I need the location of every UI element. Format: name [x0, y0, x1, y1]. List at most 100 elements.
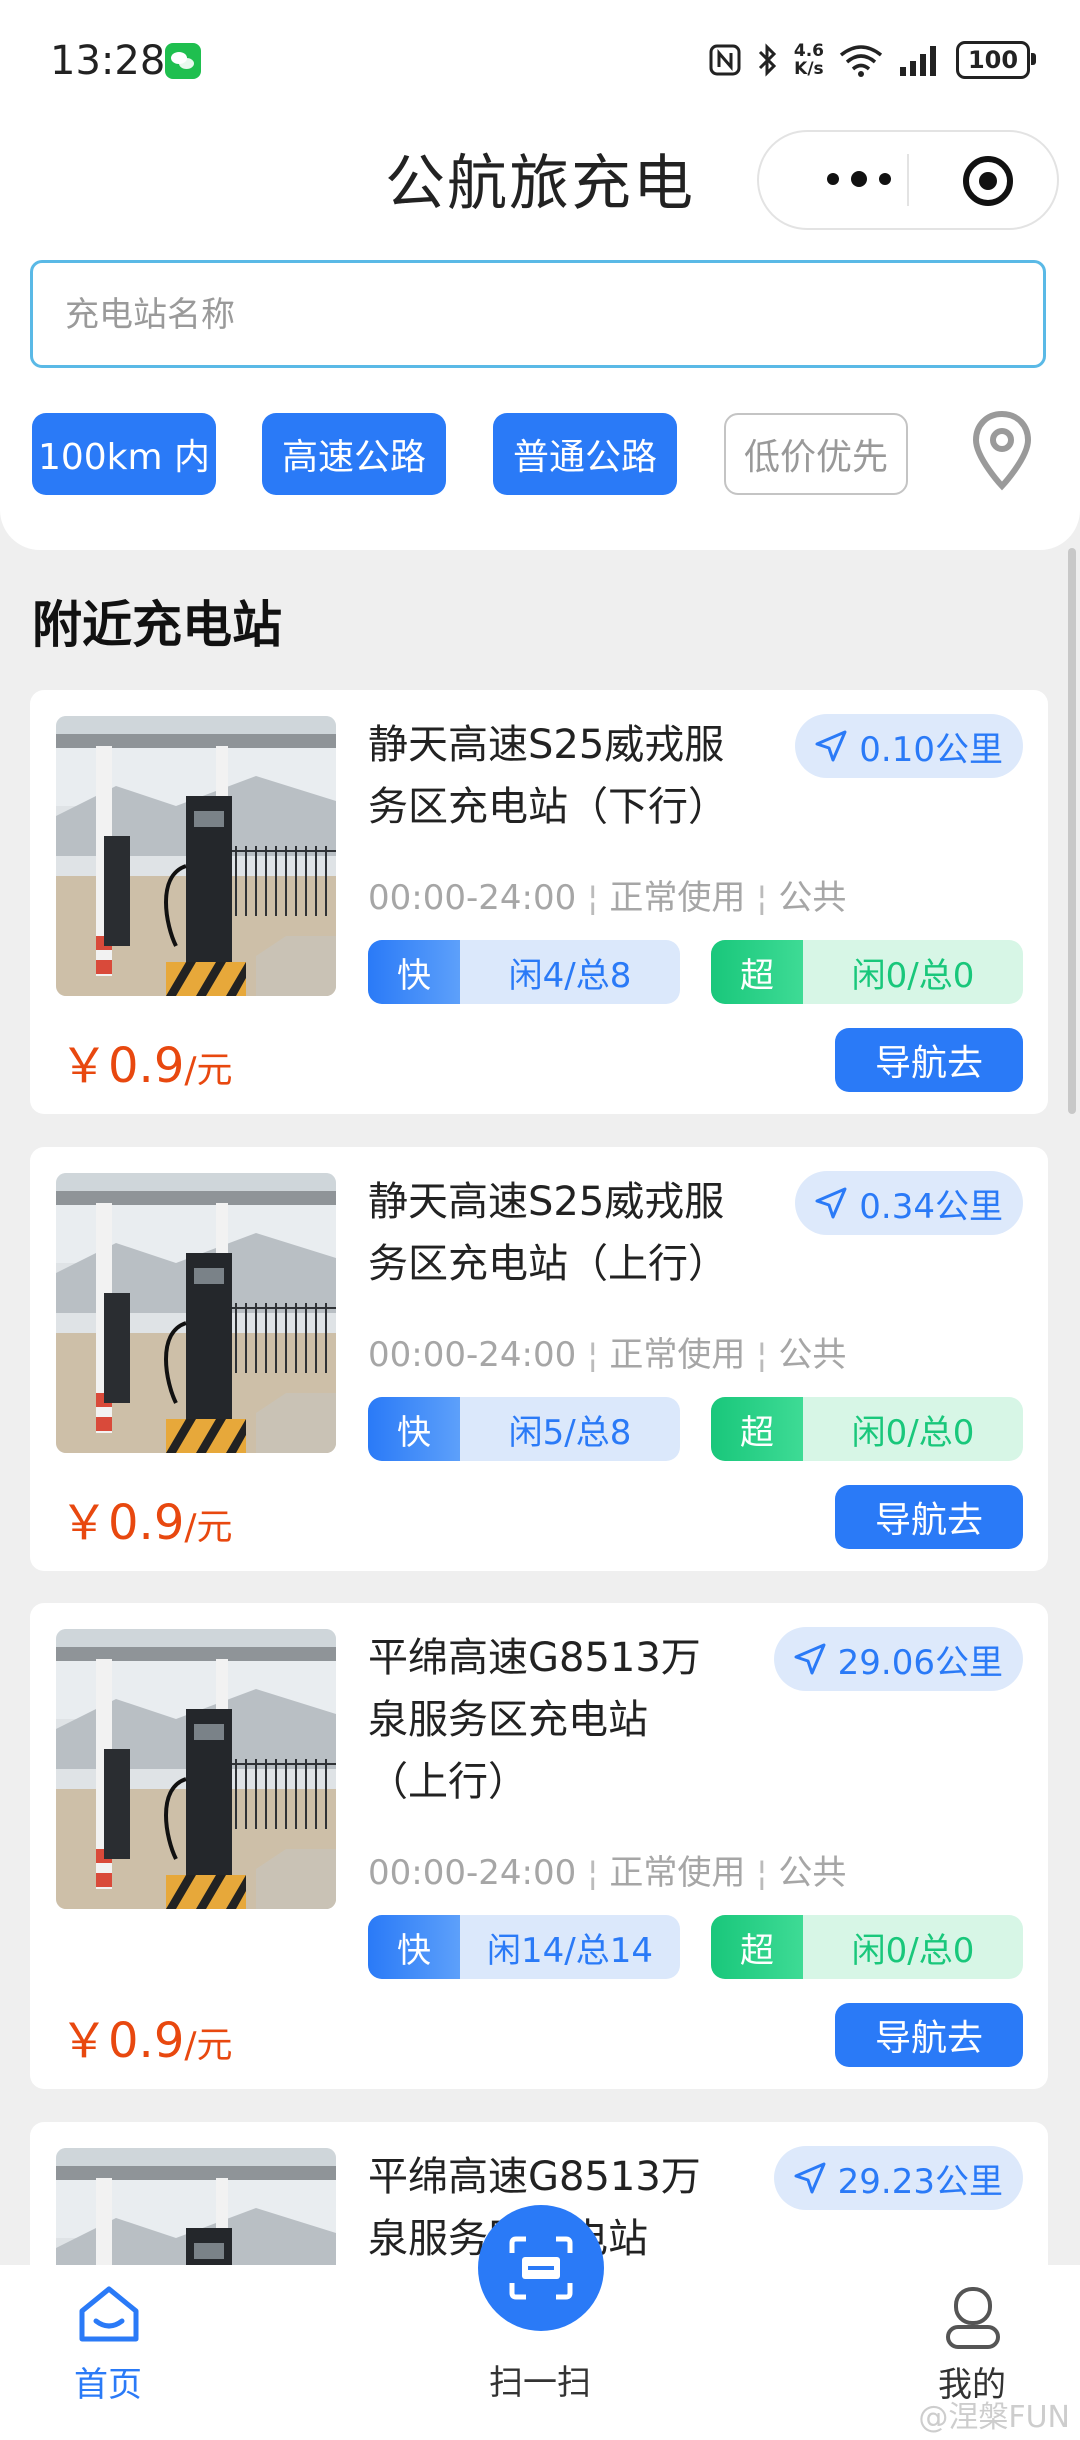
fast-charger-pill: 快 闲4/总8	[368, 940, 680, 1004]
scan-icon	[509, 2236, 573, 2300]
station-access: 公共	[778, 1335, 847, 1375]
super-count: 闲0/总0	[851, 1930, 975, 1971]
station-name-line: 泉服务区充电站	[368, 1697, 648, 1743]
station-name-line: 务区充电站（下行）	[368, 784, 728, 830]
station-card[interactable]: 平绵高速G8513万 泉服务区充电站 （上行） 29.06公里 00:00-24…	[30, 1603, 1048, 2089]
status-icons: 4.6 K/s 100	[708, 35, 1036, 85]
tab-scan-label: 扫一扫	[489, 2363, 591, 2403]
signal-icon	[900, 46, 936, 76]
distance-badge: 0.10公里	[795, 714, 1023, 778]
station-access: 公共	[778, 878, 847, 918]
station-name-line: 平绵高速G8513万	[368, 1635, 701, 1681]
fast-tag: 快	[368, 940, 460, 1004]
header-card: 13:28 4.6 K/s 100 公航旅充电 充电站名称 100km 内 高速…	[0, 0, 1080, 550]
close-miniprogram-icon[interactable]	[961, 154, 1015, 208]
navigation-arrow-icon	[792, 2160, 828, 2196]
station-name-line: 静天高速S25威戎服	[368, 722, 725, 768]
price-unit: /元	[184, 1050, 233, 1091]
station-card[interactable]: 静天高速S25威戎服 务区充电站（下行） 0.10公里 00:00-24:00 …	[30, 690, 1048, 1114]
super-charger-pill: 超 闲0/总0	[711, 940, 1023, 1004]
navigation-arrow-icon	[792, 1641, 828, 1677]
navigate-button[interactable]: 导航去	[835, 2003, 1023, 2067]
wechat-icon	[165, 43, 201, 79]
home-icon	[79, 2286, 139, 2342]
price-currency: ￥	[60, 1495, 109, 1551]
distance-value: 0.34公里	[859, 1186, 1003, 1227]
station-photo	[56, 1629, 336, 1909]
status-time: 13:28	[50, 38, 166, 84]
super-count: 闲0/总0	[851, 955, 975, 996]
fast-charger-pill: 快 闲5/总8	[368, 1397, 680, 1461]
opening-hours: 00:00-24:00	[368, 1853, 577, 1893]
bluetooth-icon	[758, 43, 776, 77]
distance-badge: 29.06公里	[773, 1627, 1023, 1691]
fast-count: 闲4/总8	[508, 955, 632, 996]
status-bar: 13:28 4.6 K/s 100	[0, 0, 1080, 120]
price-unit: /元	[184, 2025, 233, 2066]
station-name-line: （上行）	[368, 1759, 528, 1805]
fast-charger-pill: 快 闲14/总14	[368, 1915, 680, 1979]
watermark: @涅槃FUN	[918, 2400, 1070, 2435]
more-icon[interactable]	[819, 164, 899, 194]
price-value: 0.9	[108, 1495, 185, 1551]
user-icon	[946, 2287, 1000, 2349]
network-speed-unit: K/s	[794, 59, 824, 79]
super-count: 闲0/总0	[851, 1412, 975, 1453]
station-name: 平绵高速G8513万 泉服务区充电站 （上行）	[368, 1627, 778, 1813]
nfc-icon	[709, 44, 741, 76]
price-value: 0.9	[108, 1038, 185, 1094]
fast-tag: 快	[368, 1915, 460, 1979]
station-photo	[56, 1173, 336, 1453]
wifi-icon	[839, 45, 883, 77]
distance-badge: 0.34公里	[795, 1171, 1023, 1235]
filter-low-price[interactable]: 低价优先	[724, 413, 908, 495]
super-charger-pill: 超 闲0/总0	[711, 1397, 1023, 1461]
fast-tag: 快	[368, 1397, 460, 1461]
station-name: 静天高速S25威戎服 务区充电站（上行）	[368, 1171, 778, 1295]
price-currency: ￥	[60, 1038, 109, 1094]
distance-value: 29.06公里	[837, 1642, 1003, 1683]
distance-value: 29.23公里	[837, 2161, 1003, 2202]
price-unit: /元	[184, 1507, 233, 1548]
station-name: 静天高速S25威戎服 务区充电站（下行）	[368, 714, 778, 838]
price-value: 0.9	[108, 2013, 185, 2069]
search-input[interactable]	[63, 263, 1017, 367]
station-meta: 00:00-24:00 ¦ 正常使用 ¦ 公共	[368, 878, 847, 918]
capsule-divider	[907, 154, 909, 206]
navigation-arrow-icon	[813, 728, 849, 764]
scan-button[interactable]	[478, 2205, 604, 2331]
navigation-arrow-icon	[813, 1185, 849, 1221]
price: ￥0.9/元	[60, 2001, 233, 2071]
price: ￥0.9/元	[60, 1026, 233, 1096]
filter-100km[interactable]: 100km 内	[32, 413, 216, 495]
super-tag: 超	[711, 940, 803, 1004]
scrollbar-thumb[interactable]	[1068, 548, 1076, 1114]
price-currency: ￥	[60, 2013, 109, 2069]
fast-count: 闲14/总14	[487, 1930, 653, 1971]
section-title: 附近充电站	[32, 596, 282, 654]
tab-home[interactable]: 首页	[8, 2265, 208, 2440]
station-card[interactable]: 静天高速S25威戎服 务区充电站（上行） 0.34公里 00:00-24:00 …	[30, 1147, 1048, 1571]
super-tag: 超	[711, 1397, 803, 1461]
station-meta: 00:00-24:00 ¦ 正常使用 ¦ 公共	[368, 1335, 847, 1375]
station-photo	[56, 716, 336, 996]
network-speed-value: 4.6	[793, 41, 824, 61]
station-name-line: 静天高速S25威戎服	[368, 1179, 725, 1225]
super-charger-pill: 超 闲0/总0	[711, 1915, 1023, 1979]
distance-badge: 29.23公里	[773, 2146, 1023, 2210]
navigate-button[interactable]: 导航去	[835, 1485, 1023, 1549]
tab-home-label: 首页	[74, 2365, 142, 2405]
station-status: 正常使用	[609, 1335, 746, 1375]
opening-hours: 00:00-24:00	[368, 1335, 577, 1375]
filter-normal-road[interactable]: 普通公路	[493, 413, 677, 495]
station-name-line: 务区充电站（上行）	[368, 1241, 728, 1287]
station-meta: 00:00-24:00 ¦ 正常使用 ¦ 公共	[368, 1853, 847, 1893]
distance-value: 0.10公里	[859, 729, 1003, 770]
navigate-button[interactable]: 导航去	[835, 1028, 1023, 1092]
filter-highway[interactable]: 高速公路	[262, 413, 446, 495]
station-status: 正常使用	[609, 1853, 746, 1893]
location-pin-icon[interactable]	[970, 410, 1034, 494]
super-tag: 超	[711, 1915, 803, 1979]
opening-hours: 00:00-24:00	[368, 878, 577, 918]
battery-icon: 100	[956, 41, 1036, 79]
